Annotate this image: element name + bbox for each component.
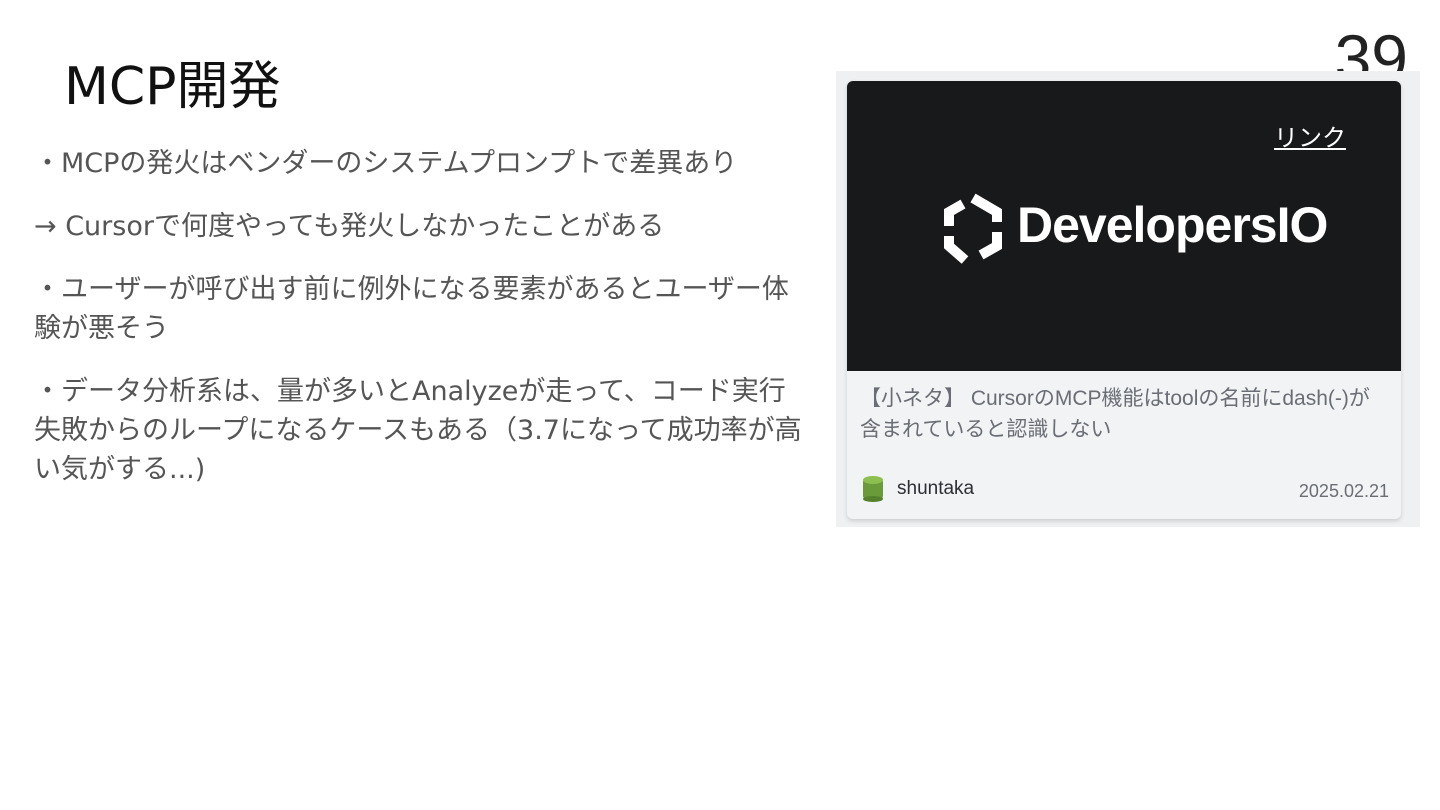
card-link[interactable]: リンク (1274, 118, 1346, 153)
bullet-item: ・ユーザーが呼び出す前に例外になる要素があるとユーザー体験が悪そう (34, 274, 789, 344)
bullet-item: ・MCPの発火はベンダーのシステムプロンプトで差異あり (34, 148, 738, 179)
author-name: shuntaka (897, 478, 975, 499)
author-avatar-icon (863, 476, 883, 502)
link-card[interactable]: リンク DevelopersIO 【小ネタ】 CursorのMCP機能はtool… (847, 81, 1401, 519)
bullet-list: ・MCPの発火はベンダーのシステムプロンプトで差異あり → Cursorで何度や… (34, 144, 804, 513)
card-banner[interactable]: リンク DevelopersIO (847, 81, 1401, 371)
developersio-logo-icon (944, 193, 1002, 264)
bullet-item: ・データ分析系は、量が多いとAnalyzeが走って、コード実行失敗からのループに… (34, 376, 802, 485)
brand-name: DevelopersIO (1017, 197, 1328, 253)
bullet-item: → Cursorで何度やっても発火しなかったことがある (34, 211, 665, 242)
post-date: 2025.02.21 (1298, 481, 1389, 501)
article-title[interactable]: 【小ネタ】 CursorのMCP機能はtoolの名前にdash(-)が含まれてい… (860, 383, 1385, 445)
slide-title: MCP開発 (64, 57, 281, 117)
link-card-frame: リンク DevelopersIO 【小ネタ】 CursorのMCP機能はtool… (836, 71, 1420, 527)
